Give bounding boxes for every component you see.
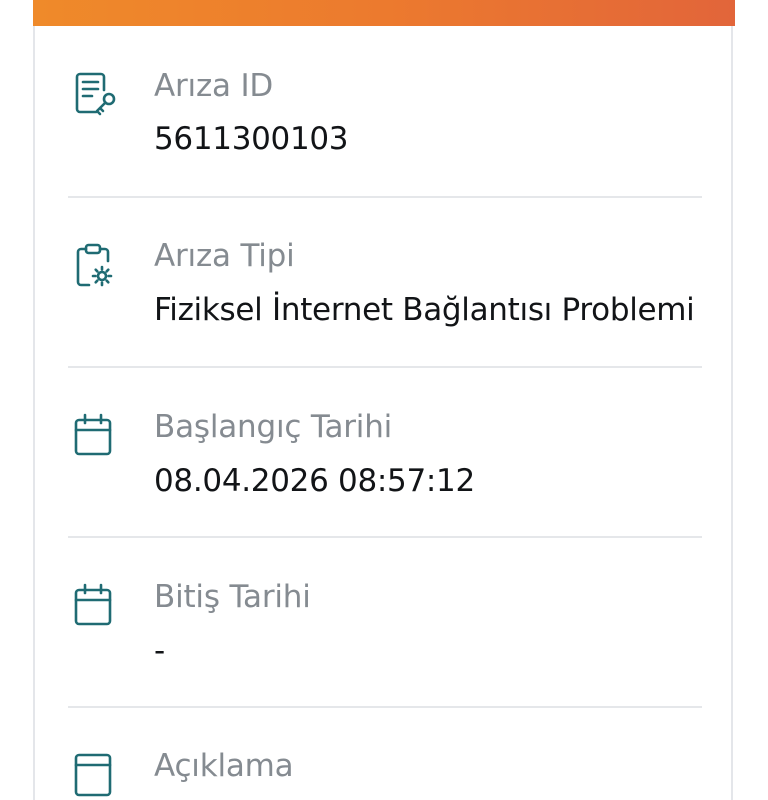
- calendar-icon: [73, 582, 117, 630]
- divider: [68, 196, 702, 198]
- field-value-fault-id: 5611300103: [154, 121, 349, 157]
- document-key-icon: [73, 70, 117, 118]
- field-value-start-date: 08.04.2026 08:57:12: [154, 463, 475, 499]
- field-label-fault-type: Arıza Tipi: [154, 238, 295, 274]
- clipboard-gear-icon: [73, 241, 117, 289]
- divider: [68, 536, 702, 538]
- divider: [68, 366, 702, 368]
- field-label-start-date: Başlangıç Tarihi: [154, 409, 393, 445]
- calendar-icon: [73, 412, 117, 460]
- field-label-description: Açıklama: [154, 748, 294, 784]
- field-value-end-date: -: [154, 633, 165, 669]
- field-value-fault-type: Fiziksel İnternet Bağlantısı Problemi: [154, 292, 695, 328]
- field-label-end-date: Bitiş Tarihi: [154, 579, 311, 615]
- card-header-bar: [33, 0, 735, 26]
- field-label-fault-id: Arıza ID: [154, 68, 274, 104]
- fault-detail-card: Arıza ID 5611300103 Arıza Tipi Fiziksel …: [33, 0, 735, 800]
- notes-icon: [73, 752, 117, 800]
- divider: [68, 706, 702, 708]
